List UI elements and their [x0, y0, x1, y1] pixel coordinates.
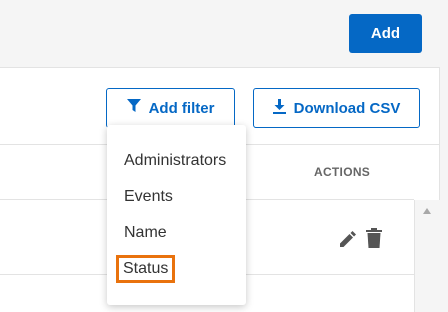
filter-option-events[interactable]: Events — [124, 188, 173, 206]
download-csv-label: Download CSV — [293, 99, 401, 117]
actions-column-header: ACTIONS — [314, 165, 371, 179]
trash-icon[interactable] — [366, 228, 382, 253]
filter-option-administrators[interactable]: Administrators — [124, 152, 226, 170]
filter-dropdown-menu: Administrators Events Name Status — [107, 125, 246, 305]
download-icon — [272, 98, 286, 118]
filter-option-status[interactable]: Status — [115, 255, 176, 283]
page: Add Add filter Download CSV ACTIONS Admi… — [0, 0, 448, 312]
table-scrollbar[interactable] — [414, 200, 440, 312]
add-filter-button[interactable]: Add filter — [106, 88, 235, 128]
add-button[interactable]: Add — [349, 14, 422, 53]
scroll-up-arrow-icon[interactable] — [423, 208, 431, 214]
add-filter-label: Add filter — [148, 99, 215, 117]
filter-icon — [126, 99, 141, 117]
download-csv-button[interactable]: Download CSV — [253, 88, 420, 128]
edit-icon[interactable] — [340, 231, 356, 252]
filter-option-name[interactable]: Name — [124, 224, 167, 242]
